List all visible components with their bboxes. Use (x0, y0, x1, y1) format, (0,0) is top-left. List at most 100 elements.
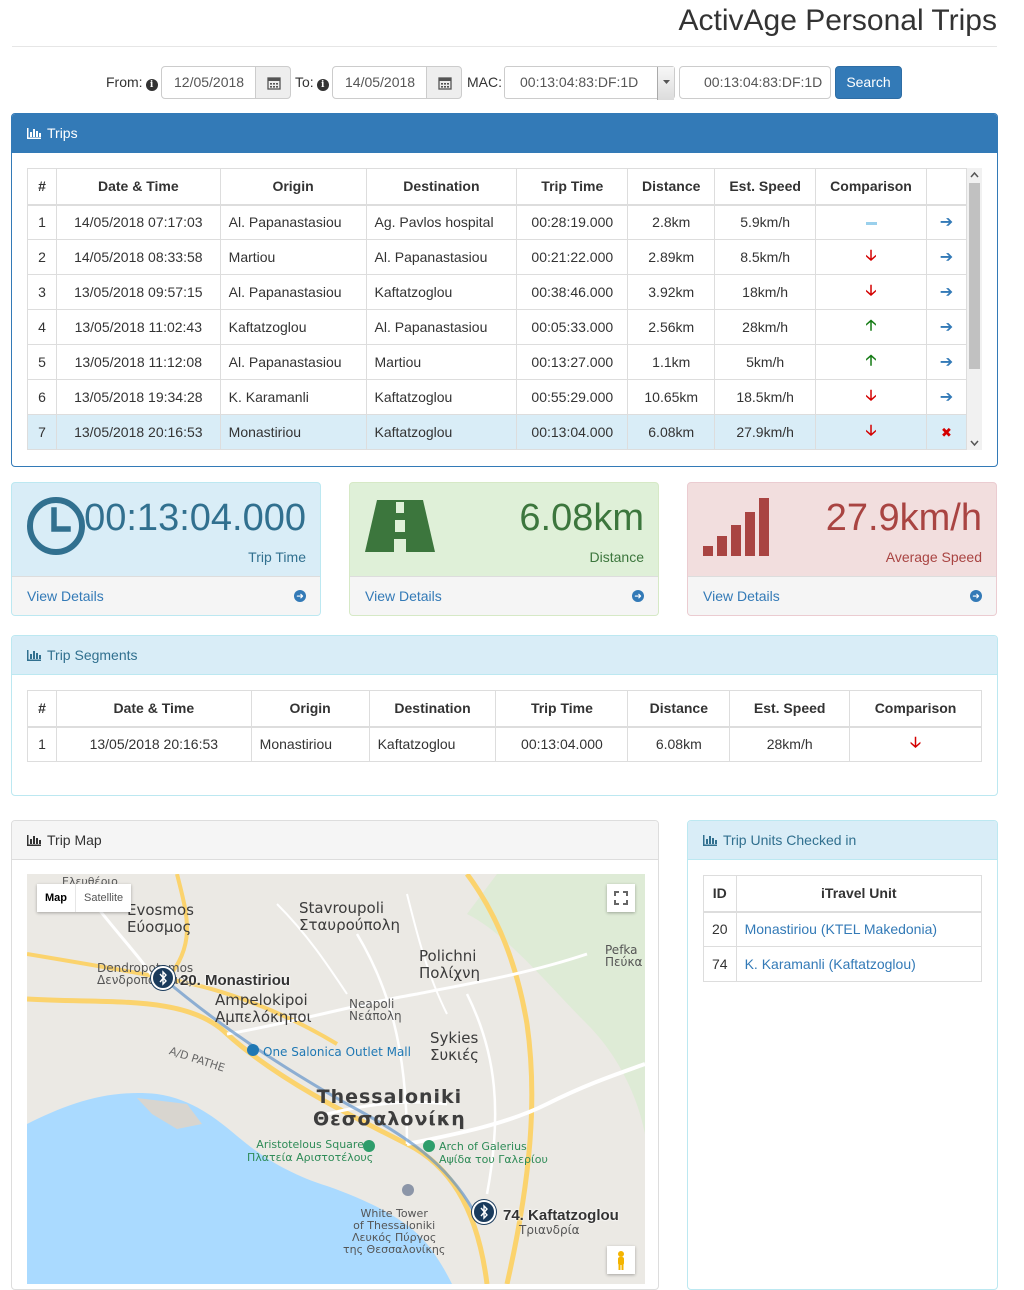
cell-number: 2 (27, 239, 57, 275)
map-panel: Trip Map Ελευθέριο Evosmos Εύοσμος Stavr… (11, 820, 659, 1290)
cell-origin: Al. Papanastasiou (219, 204, 367, 240)
table-row[interactable]: 1 13/05/2018 20:16:53 Monastiriou Kaftat… (27, 726, 982, 762)
speed-view-details[interactable]: View Details ➜ (688, 576, 996, 615)
bluetooth-icon (480, 1204, 488, 1220)
map-marker-kaftatzoglou[interactable] (472, 1200, 496, 1224)
cell-action: ➔ (925, 239, 967, 275)
column-header: Distance (627, 168, 716, 206)
info-icon[interactable]: i (145, 79, 158, 91)
info-icon[interactable]: i (316, 79, 329, 91)
cell-trip-time: 00:13:04.000 (495, 726, 629, 762)
to-calendar-button[interactable] (426, 66, 462, 99)
map-label-ampelokipoi: Ampelokipoi Αμπελόκηποι (215, 991, 312, 1026)
close-icon[interactable]: ✖ (941, 425, 952, 440)
from-date-input[interactable]: 12/05/2018 (161, 66, 256, 99)
view-details-link[interactable]: View Details (365, 588, 442, 604)
view-details-link[interactable]: View Details (703, 588, 780, 604)
table-row[interactable]: 6 13/05/2018 19:34:28 K. Karamanli Kafta… (27, 379, 967, 415)
arrow-right-icon[interactable]: ➔ (940, 214, 953, 231)
map-label-galerius: Arch of Galerius Αψίδα του Γαλερίου (439, 1140, 548, 1166)
table-row[interactable]: 2 14/05/2018 08:33:58 Martiou Al. Papana… (27, 239, 967, 275)
segments-panel-heading: Trip Segments (12, 636, 997, 675)
table-row[interactable]: 4 13/05/2018 11:02:43 Kaftatzoglou Al. P… (27, 309, 967, 345)
column-header: Origin (219, 168, 367, 206)
search-bar: From: i 12/05/2018 To: i 14/05/2018 MAC: 0… (0, 66, 1024, 100)
table-header-row: ID iTravel Unit (703, 875, 983, 913)
cell-origin: Martiou (219, 239, 367, 275)
table-row[interactable]: 5 13/05/2018 11:12:08 Al. Papanastasiou … (27, 344, 967, 380)
arrow-up-icon: 🡡 (865, 351, 877, 369)
map-panel-title: Trip Map (47, 832, 102, 848)
column-header: Trip Time (495, 690, 629, 728)
map-label-polichni: Polichni Πολίχνη (419, 947, 480, 982)
cell-destination: Kaftatzoglou (365, 379, 518, 415)
map-label-thessaloniki: Thessaloniki Θεσσαλονίκη (313, 1086, 466, 1130)
distance-view-details[interactable]: View Details ➜ (350, 576, 658, 615)
cell-action: ➔ (925, 204, 967, 240)
app-title: ActivAge Personal Trips (678, 4, 997, 37)
cell-number: 7 (27, 414, 57, 450)
cell-comparison: 🡡 (815, 309, 927, 345)
map-type-map-button[interactable]: Map (37, 884, 75, 912)
cell-speed: 18.5km/h (714, 379, 817, 415)
cell-origin: Al. Papanastasiou (219, 344, 367, 380)
fullscreen-button[interactable] (607, 884, 635, 912)
map-marker-label: 20. Monastiriou (180, 972, 291, 989)
mac-input[interactable]: 00:13:04:83:DF:1D (679, 66, 831, 99)
map-label-sykies: Sykies Συκιές (430, 1029, 479, 1064)
from-calendar-button[interactable] (255, 66, 291, 99)
arrow-right-icon[interactable]: ➔ (940, 249, 953, 266)
arrow-right-icon[interactable]: ➔ (940, 284, 953, 301)
map-type-satellite-button[interactable]: Satellite (75, 884, 131, 912)
map-marker-monastiriou[interactable] (151, 966, 175, 990)
cell-speed: 5km/h (714, 344, 817, 380)
table-row[interactable] (27, 449, 967, 450)
table-row[interactable]: 1 14/05/2018 07:17:03 Al. Papanastasiou … (27, 204, 967, 240)
trips-table: # Date & Time Origin Destination Trip Ti… (27, 168, 967, 450)
cell-distance: 2.56km (627, 309, 716, 345)
search-button[interactable]: Search (835, 66, 902, 99)
circle-arrow-right-icon[interactable]: ➜ (294, 590, 306, 602)
table-header-row: # Date & Time Origin Destination Trip Ti… (27, 690, 982, 728)
street-view-button[interactable] (607, 1246, 635, 1274)
column-header: Trip Time (516, 168, 629, 206)
table-row-selected[interactable]: 7 13/05/2018 20:16:53 Monastiriou Kaftat… (27, 414, 967, 450)
column-header: Destination (368, 690, 497, 728)
cell-comparison: 🡣 (849, 726, 982, 762)
scroll-down-icon[interactable] (967, 436, 982, 450)
calendar-icon (267, 77, 281, 90)
arrow-right-icon[interactable]: ➔ (940, 354, 953, 371)
cell-trip-time: 00:13:04.000 (516, 414, 629, 450)
mac-select[interactable]: 00:13:04:83:DF:1D (504, 66, 675, 100)
arrow-right-icon[interactable]: ➔ (940, 319, 953, 336)
cell-destination: Al. Papanastasiou (365, 309, 518, 345)
cell-comparison (815, 204, 927, 240)
unit-link[interactable]: K. Karamanli (Kaftatzoglou) (745, 956, 916, 972)
to-date-input[interactable]: 14/05/2018 (332, 66, 427, 99)
unit-link[interactable]: Monastiriou (KTEL Makedonia) (745, 921, 937, 937)
trips-scrollbar[interactable] (967, 168, 982, 450)
scroll-up-icon[interactable] (967, 168, 982, 182)
arrow-down-icon: 🡣 (865, 386, 877, 404)
column-header: Comparison (849, 690, 982, 728)
arrow-right-icon[interactable]: ➔ (940, 389, 953, 406)
units-panel: Trip Units Checked in ID iTravel Unit 20… (687, 820, 998, 1290)
trip-time-caption: Trip Time (248, 549, 306, 565)
trips-table-container[interactable]: # Date & Time Origin Destination Trip Ti… (27, 168, 967, 450)
circle-arrow-right-icon[interactable]: ➜ (632, 590, 644, 602)
cell-speed: 28km/h (729, 726, 851, 762)
table-row[interactable]: 3 13/05/2018 09:57:15 Al. Papanastasiou … (27, 274, 967, 310)
scrollbar-thumb[interactable] (969, 183, 980, 369)
arrow-down-icon: 🡣 (865, 421, 877, 439)
cell-number: 6 (27, 379, 57, 415)
landmark-icon (423, 1140, 435, 1152)
cell-unit-id: 74 (703, 946, 737, 982)
column-header: ID (703, 875, 737, 913)
view-details-link[interactable]: View Details (27, 588, 104, 604)
units-panel-heading: Trip Units Checked in (688, 821, 997, 860)
cell-distance: 3.92km (627, 274, 716, 310)
trip-time-view-details[interactable]: View Details ➜ (12, 576, 320, 615)
circle-arrow-right-icon[interactable]: ➜ (970, 590, 982, 602)
chevron-down-icon[interactable] (657, 67, 674, 100)
trip-map[interactable]: Ελευθέριο Evosmos Εύοσμος Stavroupoli Στ… (27, 874, 645, 1284)
